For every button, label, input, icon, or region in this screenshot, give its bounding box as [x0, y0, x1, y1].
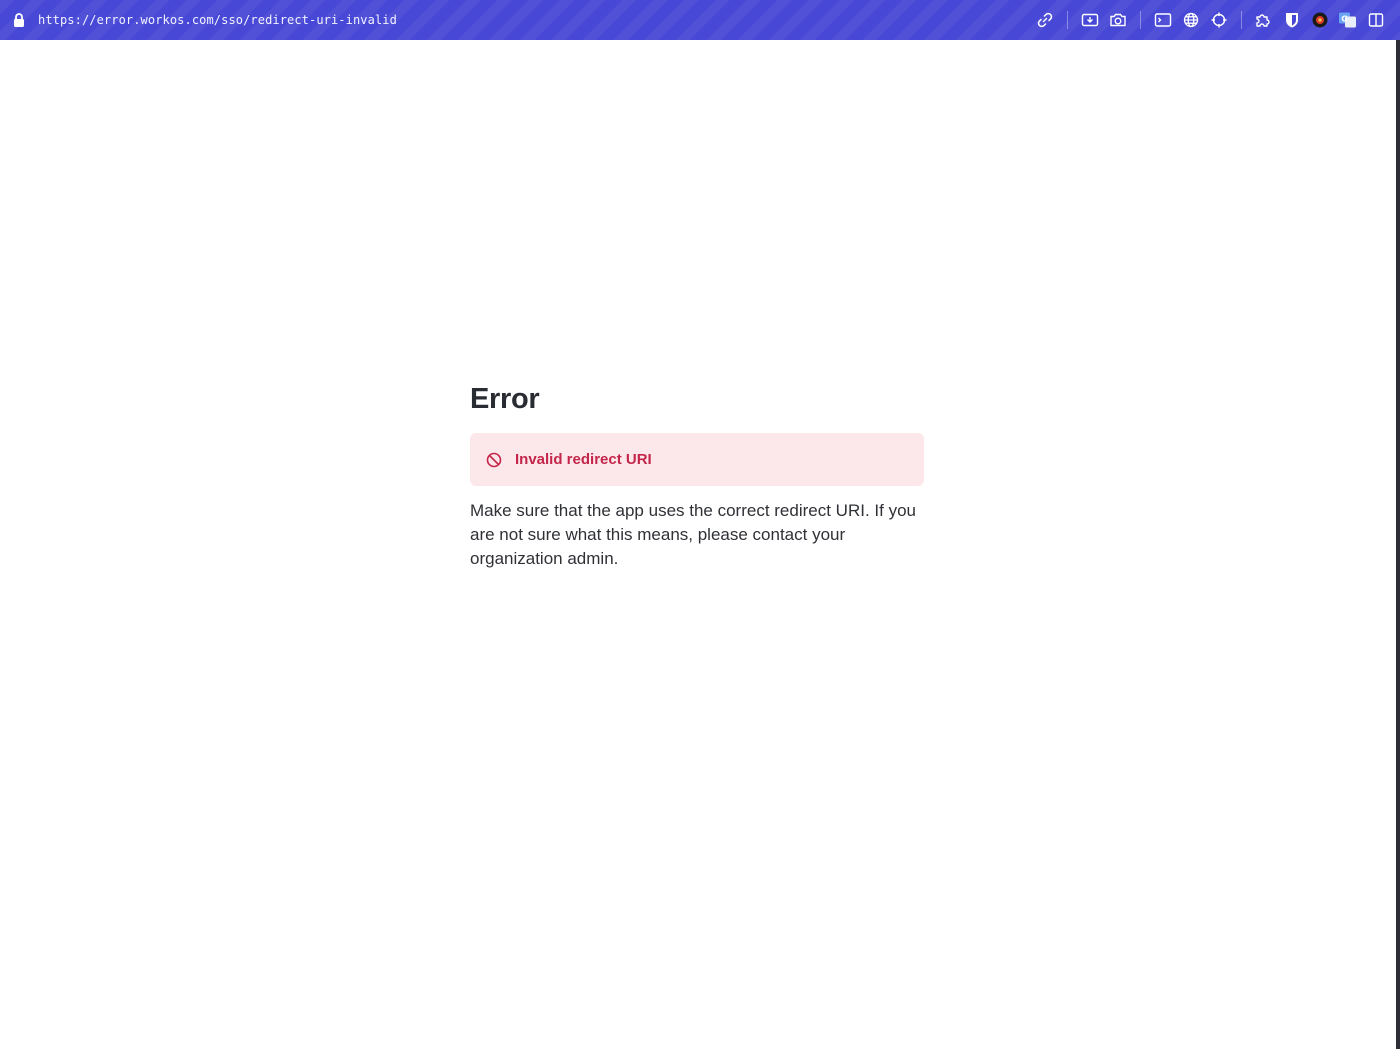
- sidebar-icon[interactable]: [1365, 9, 1387, 31]
- window-edge: [1396, 40, 1400, 1049]
- globe-icon[interactable]: [1180, 9, 1202, 31]
- extension-avatar-icon[interactable]: [1309, 9, 1331, 31]
- terminal-icon[interactable]: [1152, 9, 1174, 31]
- error-message: Make sure that the app uses the correct …: [470, 501, 916, 568]
- svg-text:G: G: [1341, 15, 1348, 24]
- error-alert-text: Invalid redirect URI: [515, 451, 652, 468]
- shield-icon[interactable]: [1281, 9, 1303, 31]
- puzzle-icon[interactable]: [1253, 9, 1275, 31]
- page-title: Error: [470, 383, 540, 415]
- crosshair-icon[interactable]: [1208, 9, 1230, 31]
- toolbar-divider: [1241, 11, 1242, 29]
- download-icon[interactable]: [1079, 9, 1101, 31]
- block-icon: [486, 452, 502, 468]
- browser-toolbar: G: [1031, 0, 1390, 40]
- toolbar-divider: [1140, 11, 1141, 29]
- link-icon[interactable]: [1034, 9, 1056, 31]
- browser-address-bar: https://error.workos.com/sso/redirect-ur…: [0, 0, 1400, 40]
- camera-icon[interactable]: [1107, 9, 1129, 31]
- lock-icon[interactable]: [12, 12, 26, 28]
- translate-icon[interactable]: G: [1337, 9, 1359, 31]
- url-text[interactable]: https://error.workos.com/sso/redirect-ur…: [38, 13, 397, 27]
- error-alert: Invalid redirect URI: [470, 433, 924, 486]
- toolbar-divider: [1067, 11, 1068, 29]
- error-content: Error Invalid redirect URI Make sure tha…: [470, 378, 924, 571]
